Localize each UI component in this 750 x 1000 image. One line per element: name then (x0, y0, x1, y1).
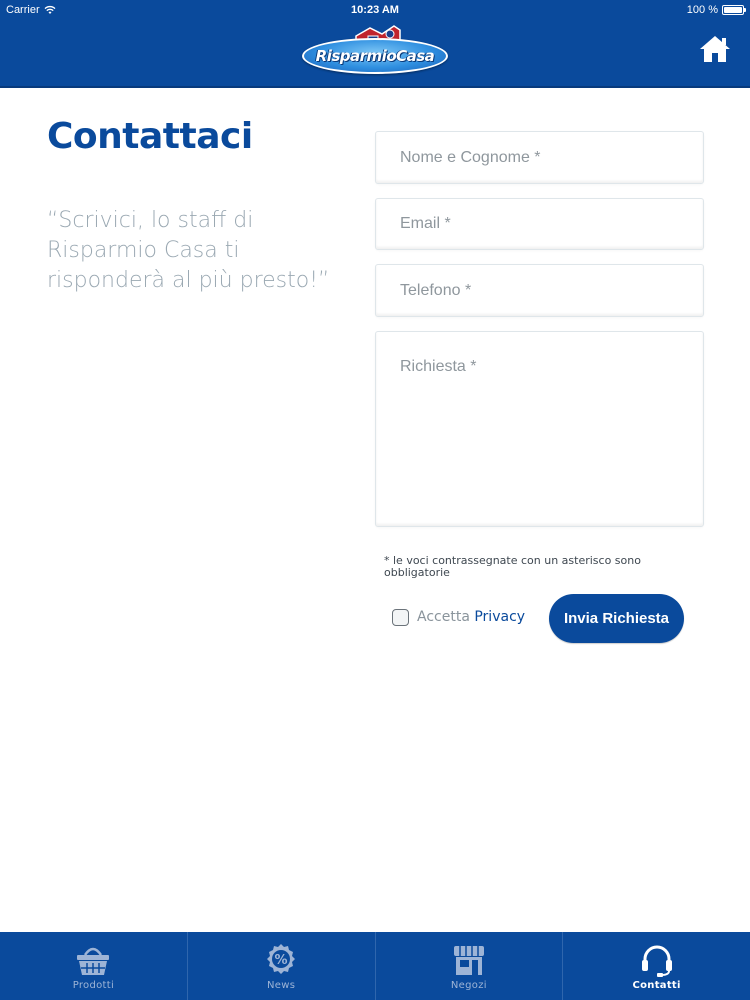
svg-text:%: % (275, 953, 288, 968)
app-header: Carrier 10:23 AM 100 % RisparmioCasa (0, 0, 750, 88)
status-time: 10:23 AM (351, 4, 399, 16)
email-field[interactable] (375, 198, 704, 250)
bottom-tab-bar: Prodotti % News Negozi Contatti (0, 932, 750, 1000)
submit-request-button[interactable]: Invia Richiesta (549, 594, 684, 643)
basket-icon (77, 947, 110, 975)
tab-label: Negozi (450, 980, 487, 991)
store-icon (453, 946, 484, 975)
status-bar: Carrier 10:23 AM 100 % (0, 0, 750, 20)
contact-quote: “Scrivici, lo staff di Risparmio Casa ti… (47, 208, 330, 293)
home-icon[interactable] (698, 34, 732, 64)
tab-label: Contatti (632, 980, 681, 991)
page-title: Contattaci (47, 116, 253, 157)
request-textarea[interactable] (375, 331, 704, 527)
privacy-link[interactable]: Privacy (474, 609, 525, 625)
battery-indicator: 100 % (686, 0, 746, 20)
battery-icon (722, 5, 746, 15)
required-fields-note: * le voci contrassegnate con un asterisc… (384, 554, 641, 579)
privacy-prefix: Accetta (417, 609, 470, 625)
battery-label: 100 % (686, 4, 718, 16)
privacy-consent[interactable]: Accetta Privacy (392, 606, 525, 628)
phone-field[interactable] (375, 264, 704, 317)
percent-badge-icon: % (267, 944, 296, 974)
tab-negozi[interactable]: Negozi (376, 932, 564, 1000)
logo-text: RisparmioCasa (315, 47, 435, 65)
headset-icon (641, 945, 672, 977)
privacy-checkbox[interactable] (392, 608, 409, 626)
brand-logo: RisparmioCasa (302, 24, 448, 78)
tab-news[interactable]: % News (188, 932, 376, 1000)
tab-label: Prodotti (72, 980, 115, 991)
privacy-label: Accetta Privacy (417, 609, 525, 625)
tab-prodotti[interactable]: Prodotti (0, 932, 188, 1000)
name-field[interactable] (375, 131, 704, 184)
tab-label: News (267, 980, 296, 991)
tab-contatti[interactable]: Contatti (563, 932, 750, 1000)
